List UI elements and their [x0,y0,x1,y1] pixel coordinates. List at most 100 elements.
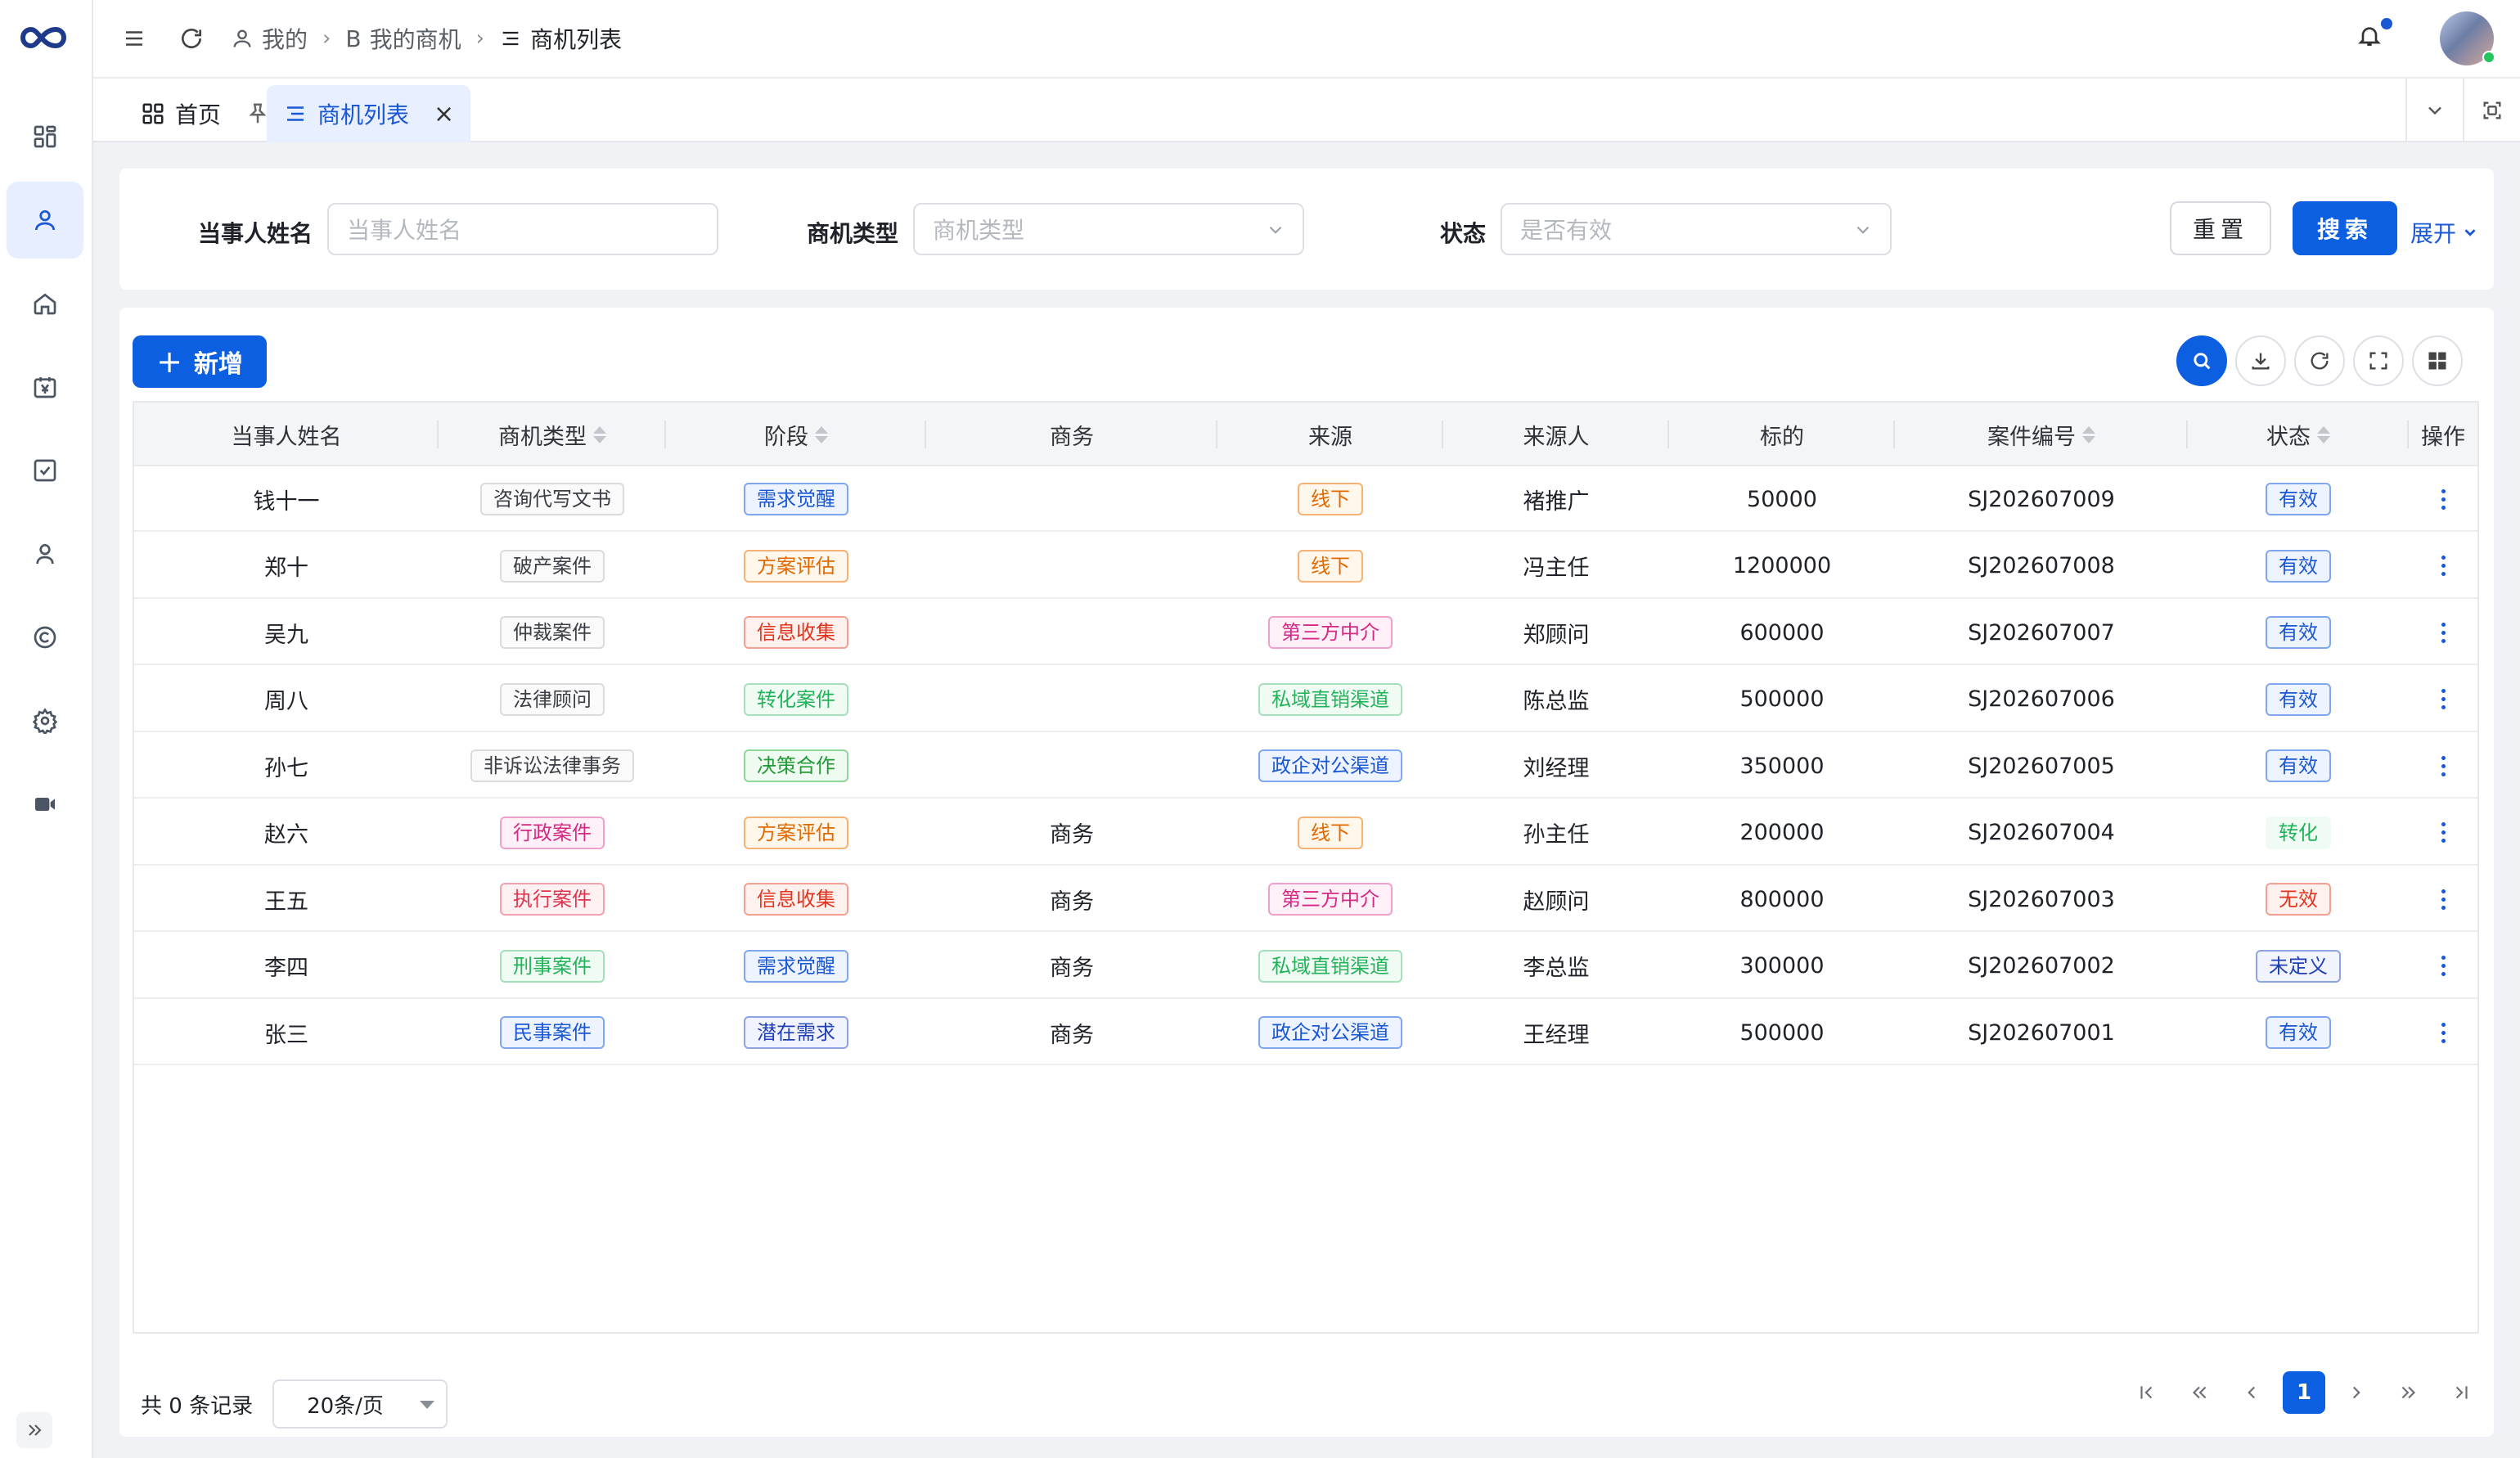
fullscreen-icon[interactable] [2353,335,2404,386]
more-actions-icon[interactable] [2441,488,2446,510]
cell-business [926,667,1217,732]
page-number-current[interactable]: 1 [2283,1371,2325,1414]
cell-amount: 800000 [1669,866,1895,932]
sort-icon[interactable] [2317,425,2330,443]
cell-source-tag: 政企对公渠道 [1258,749,1402,782]
more-actions-icon[interactable] [2441,1022,2446,1043]
add-button[interactable]: + 新增 [133,335,267,388]
table-row[interactable]: 郑十 破产案件 方案评估 线下 冯主任 1200000 SJ202607008 有效 [134,533,2477,599]
table-row[interactable]: 钱十一 咨询代写文书 需求觉醒 线下 褚推广 50000 SJ202607009 有效 [134,466,2477,532]
avatar[interactable] [2440,11,2495,65]
row-actions-cell [2409,733,2477,799]
dashboard-icon[interactable] [7,98,83,175]
refresh-icon[interactable] [2294,335,2345,386]
settings-icon[interactable] [7,682,83,759]
column-header-status[interactable]: 状态 [2188,403,2409,466]
breadcrumb-item-my-opportunities[interactable]: B 我的商机 [345,22,461,55]
status-select[interactable]: 是否有效 [1501,203,1892,255]
table-row[interactable]: 孙七 非诉讼法律事务 决策合作 政企对公渠道 刘经理 350000 SJ202607005 有… [134,733,2477,799]
close-icon[interactable]: × [434,100,454,128]
table-row[interactable]: 周八 法律顾问 转化案件 私域直销渠道 陈总监 500000 SJ202607006 有效 [134,667,2477,732]
column-settings-icon[interactable] [2412,335,2463,386]
sort-icon[interactable] [815,425,828,443]
sort-icon[interactable] [593,425,606,443]
more-actions-icon[interactable] [2441,755,2446,776]
cell-referrer: 褚推广 [1443,466,1669,532]
cell-type-tag: 破产案件 [500,549,605,583]
expand-filters-link[interactable]: 展开 [2410,216,2479,249]
table-row[interactable]: 张三 民事案件 潜在需求 商务 政企对公渠道 王经理 500000 SJ202607001 有效 [134,1000,2477,1065]
dashboard-icon [142,103,164,124]
cell-status-tag: 有效 [2266,749,2331,782]
cell-amount-text: 500000 [1739,686,1825,712]
first-page-icon[interactable] [2126,1371,2168,1414]
cell-type: 非诉讼法律事务 [439,733,666,799]
notification-dot [2381,18,2392,29]
cell-party-name-text: 李四 [264,956,308,981]
expand-sidebar-icon[interactable] [16,1412,52,1448]
row-actions-cell [2409,866,2477,932]
tab-bar: 首页 商机列表 × [93,79,2520,142]
table-row[interactable]: 李四 刑事案件 需求觉醒 商务 私域直销渠道 李总监 300000 SJ202607002 未定… [134,934,2477,999]
video-icon[interactable] [7,766,83,843]
prev-page-icon[interactable] [2230,1371,2273,1414]
table-row[interactable]: 王五 执行案件 信息收集 商务 第三方中介 赵顾问 800000 SJ202607003 无效 [134,866,2477,932]
reset-button[interactable]: 重置 [2170,201,2271,255]
jump-back-icon[interactable] [2178,1371,2221,1414]
home-icon[interactable] [7,265,83,342]
page-size-value: 20条/页 [307,1393,384,1419]
cell-referrer: 李总监 [1443,934,1669,999]
column-header-party-name: 当事人姓名 [134,403,439,466]
cell-business-text: 商务 [1050,1022,1094,1048]
column-header-type[interactable]: 商机类型 [439,403,666,466]
next-page-icon[interactable] [2335,1371,2378,1414]
jump-forward-icon[interactable] [2387,1371,2430,1414]
chevron-down-icon[interactable] [2405,79,2463,142]
search-button[interactable]: 搜索 [2293,201,2397,255]
more-actions-icon[interactable] [2441,556,2446,576]
table-row[interactable]: 赵六 行政案件 方案评估 商务 线下 孙主任 200000 SJ202607004 转化 [134,800,2477,866]
cell-stage-tag: 信息收集 [744,616,848,649]
menu-icon[interactable] [118,22,151,55]
more-actions-icon[interactable] [2441,689,2446,709]
search-icon[interactable] [2176,335,2227,386]
yen-calendar-icon[interactable] [7,349,83,425]
fullscreen-focus-icon[interactable] [2463,79,2520,142]
sort-icon[interactable] [2082,425,2095,443]
download-icon[interactable] [2235,335,2286,386]
cell-case-no-text: SJ202607006 [1968,686,2115,712]
infinity-logo-icon[interactable] [18,21,69,54]
bell-icon[interactable] [2356,18,2392,56]
user-icon[interactable] [7,182,83,259]
cell-referrer-text: 李总监 [1523,956,1590,981]
column-header-case-no[interactable]: 案件编号 [1895,403,2188,466]
cell-source: 私域直销渠道 [1217,934,1443,999]
table-card: + 新增 当事人姓名 商机类型 阶段 商务 来源 来源人 标的 案件编号 状态 … [119,308,2494,1437]
cell-party-name-text: 张三 [264,1022,308,1048]
opportunity-type-select[interactable]: 商机类型 [913,203,1304,255]
breadcrumb-item-mine[interactable]: 我的 [231,22,308,55]
person-icon[interactable] [7,515,83,592]
checkbox-icon[interactable] [7,432,83,509]
party-name-label: 当事人姓名 [198,220,313,247]
column-title: 状态 [2266,424,2311,450]
cell-status: 有效 [2188,667,2409,732]
cell-referrer-text: 孙主任 [1523,822,1590,848]
more-actions-icon[interactable] [2441,956,2446,976]
party-name-input[interactable]: 当事人姓名 [327,203,718,255]
table-row[interactable]: 吴九 仲裁案件 信息收集 第三方中介 郑顾问 600000 SJ202607007 有效 [134,600,2477,665]
more-actions-icon[interactable] [2441,822,2446,843]
cell-source-tag: 第三方中介 [1268,616,1393,649]
tab-opportunity-list[interactable]: 商机列表 × [267,85,471,142]
more-actions-icon[interactable] [2441,889,2446,910]
column-header-stage[interactable]: 阶段 [666,403,926,466]
cell-stage: 潜在需求 [666,1000,926,1065]
cell-status-tag: 有效 [2266,483,2331,515]
copyright-icon[interactable] [7,599,83,676]
page-size-select[interactable]: 20条/页 [272,1379,448,1429]
refresh-icon[interactable] [175,22,208,55]
tab-home[interactable]: 首页 [124,85,286,142]
more-actions-icon[interactable] [2441,622,2446,643]
last-page-icon[interactable] [2440,1371,2482,1414]
cell-status: 无效 [2188,866,2409,932]
